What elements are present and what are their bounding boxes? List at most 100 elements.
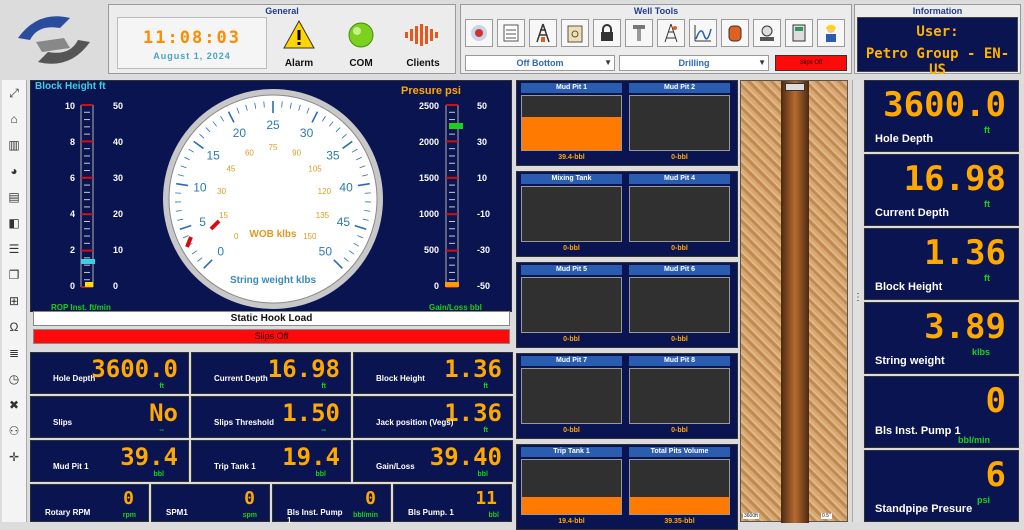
sidebar-item-document[interactable]: ▤ [2,184,26,210]
pit-title: Total Pits Volume [629,447,730,457]
scale-icon [757,23,777,43]
right-readout-hole-depth: 3600.0 Hole Depth ft [864,80,1019,152]
right-readout-unit: klbs [972,347,990,357]
right-readout-unit: ft [984,199,990,209]
string-weight-label: String weight klbs [230,275,317,286]
alarm-button[interactable]: Alarm [269,19,329,69]
sidebar-item-network[interactable]: ⚇ [2,418,26,444]
pit-level [522,497,621,514]
readout-label: SPM1 [166,509,226,517]
well-state-select[interactable]: Off Bottom▼ [465,55,615,71]
readout-block-height: 1.36 Block Height ft [353,352,513,394]
pit-title: Mud Pit 4 [629,174,730,184]
readout-current-depth: 16.98 Current Depth ft [191,352,351,394]
readout-hole-depth: 3600.0 Hole Depth ft [30,352,189,394]
layout-icon: ◧ [8,216,19,230]
tool-button-rig[interactable] [529,19,557,47]
readout-unit: bbl [489,512,500,519]
readout-label: Rotary RPM [45,509,105,517]
sidebar-item-omega[interactable]: Ω [2,314,26,340]
document-icon: ▤ [8,190,19,204]
tool-button-worker[interactable] [817,19,845,47]
tool-button-clipboard[interactable] [561,19,589,47]
splitter-handle[interactable]: ⋮ [852,80,861,522]
sidebar-item-layout[interactable]: ◧ [2,210,26,236]
sidebar: ⤢ ⌂ ▥ ◕ ▤ ◧ ☰ ❐ ⊞ Ω ≣ ◷ ✖ ⚇ ✛ [2,80,27,522]
readout-label: Gain/Loss [376,463,466,471]
well-state-value: Off Bottom [517,58,564,68]
activity-select[interactable]: Drilling▼ [619,55,769,71]
right-readout-value: 3.89 [924,307,1006,347]
sidebar-item-pie-chart[interactable]: ◕ [2,158,26,184]
pit-volume: 19.4-bbl [521,518,622,525]
wellbore-view: 3600ft 0.5" [740,80,848,522]
gain-marker [445,282,459,287]
readout-unit: ft [483,383,488,390]
svg-text:50: 50 [319,244,333,258]
tool-button-record[interactable] [465,19,493,47]
svg-text:120: 120 [318,187,332,196]
pit-level [522,117,621,150]
readout-value: 0 [123,488,134,509]
tool-button-pipe[interactable] [625,19,653,47]
readout-jack-position-vegs-: 1.36 Jack position (Vegs) ft [353,396,513,438]
omega-icon: Ω [10,320,19,334]
tool-button-derrick[interactable] [657,19,685,47]
sidebar-item-move[interactable]: ✛ [2,444,26,470]
com-button[interactable]: COM [331,19,391,69]
right-readout-bls-inst-pump-1: 0 Bls Inst. Pump 1 bbl/min [864,376,1019,448]
pit-tank [629,95,730,151]
sidebar-item-home[interactable]: ⌂ [2,106,26,132]
svg-text:60: 60 [245,149,254,158]
signal-wave-icon [401,19,445,51]
readout-value: 0 [244,488,255,509]
pit-row: Mud Pit 7 Mud Pit 8 0-bbl 0-bbl [516,353,738,439]
sidebar-item-bar-chart[interactable]: ▥ [2,132,26,158]
right-readout-string-weight: 3.89 String weight klbs [864,302,1019,374]
general-title: General [109,6,455,16]
clients-button[interactable]: Clients [393,19,453,69]
tool-button-tank[interactable] [721,19,749,47]
well-size-label: 0.5" [821,513,832,519]
right-readout-value: 1.36 [924,233,1006,273]
clock-date: August 1, 2024 [118,51,266,61]
readout-unit: bbl [478,471,489,478]
svg-text:105: 105 [308,164,322,173]
tools-icon: ✖ [9,398,19,412]
pipe-icon [629,23,649,43]
sidebar-item-list[interactable]: ≣ [2,340,26,366]
svg-text:150: 150 [303,232,317,241]
readout-label: Bls Pump. 1 [408,509,468,517]
readout-unit: -- [159,427,164,434]
svg-text:20: 20 [233,126,247,140]
right-readout-unit: ft [984,273,990,283]
pit-row: Mud Pit 5 Mud Pit 6 0-bbl 0-bbl [516,262,738,348]
tool-button-lock[interactable] [593,19,621,47]
pipe-top-icon [785,83,805,91]
sidebar-item-copy[interactable]: ❐ [2,262,26,288]
bar-chart-icon: ▥ [8,138,19,152]
sidebar-item-collapse[interactable]: ⤢ [2,80,26,106]
activity-value: Drilling [679,58,710,68]
tool-button-plot[interactable] [689,19,717,47]
tank-icon [725,23,745,43]
checklist-icon [501,23,521,43]
readout-label: Slips Threshold [214,419,304,427]
sidebar-item-history[interactable]: ◷ [2,366,26,392]
clock-panel: 11:08:03 August 1, 2024 [117,17,267,69]
sidebar-item-tools[interactable]: ✖ [2,392,26,418]
right-readout-unit: bbl/min [958,435,990,445]
tool-button-calculator[interactable] [785,19,813,47]
readout-bls-inst-pump-1: 0 Bls Inst. Pump 1 bbl/min [272,484,391,522]
tool-button-checklist[interactable] [497,19,525,47]
readout-trip-tank-1: 19.4 Trip Tank 1 bbl [191,440,351,482]
sidebar-item-panel[interactable]: ☰ [2,236,26,262]
sidebar-item-grid[interactable]: ⊞ [2,288,26,314]
rig-icon [533,23,553,43]
slips-off-button[interactable]: Slips Off [775,55,847,71]
tool-button-scale[interactable] [753,19,781,47]
svg-text:135: 135 [316,211,330,220]
gauge-panel: Block Height ft Presure psi 1086420 5040… [30,80,512,312]
block-height-marker [81,259,95,264]
readout-slips: No Slips -- [30,396,189,438]
